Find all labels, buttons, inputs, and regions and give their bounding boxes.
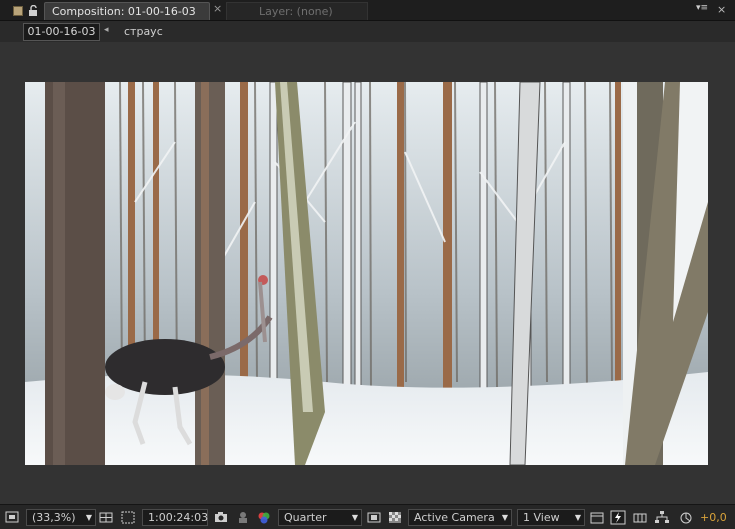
view-layout-dropdown[interactable]: 1 View ▼ (517, 509, 585, 526)
channel-rgb-icon[interactable] (256, 510, 272, 525)
transparency-grid-icon[interactable] (387, 510, 403, 525)
winter-forest-ostrich-frame (25, 82, 708, 465)
current-timecode: 1:00:24:03 (148, 511, 209, 524)
reset-exposure-icon[interactable] (678, 510, 694, 525)
toggle-pixel-aspect-icon[interactable] (589, 510, 605, 525)
view-layout-value: 1 View (523, 511, 560, 524)
magnification-value: (33,3%) (32, 511, 76, 524)
panel-menu-icon[interactable]: ▾≡ (696, 3, 708, 13)
breadcrumb-current-comp[interactable]: 01-00-16-03 (23, 23, 100, 41)
chevron-down-icon: ▼ (85, 513, 92, 522)
timeline-icon[interactable] (632, 510, 648, 525)
always-preview-icon[interactable] (4, 510, 20, 525)
chevron-down-icon: ▼ (351, 513, 358, 522)
chevron-down-icon: ▼ (574, 513, 581, 522)
viewer-toolbar: (33,3%) ▼ 1:00:24:03 Quarter ▼ Active Ca… (0, 504, 735, 529)
composition-viewer[interactable] (0, 42, 735, 504)
mask-visibility-icon[interactable] (120, 510, 136, 525)
panel-close-button[interactable]: × (717, 3, 726, 16)
resolution-dropdown[interactable]: Quarter ▼ (278, 509, 362, 526)
tab-layer-label: Layer: (none) (259, 5, 333, 18)
resolution-value: Quarter (284, 511, 327, 524)
composition-navigator: 01-00-16-03 ◂ страус (0, 22, 735, 42)
chevron-down-icon: ▼ (501, 513, 508, 522)
camera-view-value: Active Camera (414, 511, 495, 524)
magnification-dropdown[interactable]: (33,3%) ▼ (26, 509, 96, 526)
camera-snapshot-icon[interactable] (213, 510, 229, 525)
title-action-safe-icon[interactable] (98, 510, 114, 525)
label-color-swatch[interactable] (13, 6, 23, 16)
breadcrumb-parent-comp[interactable]: страус (124, 25, 163, 38)
lock-icon[interactable] (28, 4, 40, 17)
fast-previews-icon[interactable] (610, 510, 626, 525)
panel-tab-bar: Composition: 01-00-16-03 ▼ × Layer: (non… (0, 0, 735, 21)
close-tab-button[interactable]: × (213, 2, 222, 15)
breadcrumb-arrow-icon: ◂ (104, 25, 109, 35)
show-snapshot-icon[interactable] (235, 510, 251, 525)
tab-composition[interactable]: Composition: 01-00-16-03 ▼ (44, 2, 253, 20)
tab-layer[interactable]: Layer: (none) (226, 2, 368, 20)
tab-composition-label: Composition: 01-00-16-03 (52, 5, 196, 18)
exposure-value[interactable]: +0,0 (700, 511, 727, 524)
flowchart-icon[interactable] (654, 510, 670, 525)
composition-frame-image (25, 82, 708, 465)
current-time-field[interactable]: 1:00:24:03 (142, 509, 208, 526)
camera-view-dropdown[interactable]: Active Camera ▼ (408, 509, 512, 526)
region-of-interest-icon[interactable] (366, 510, 382, 525)
